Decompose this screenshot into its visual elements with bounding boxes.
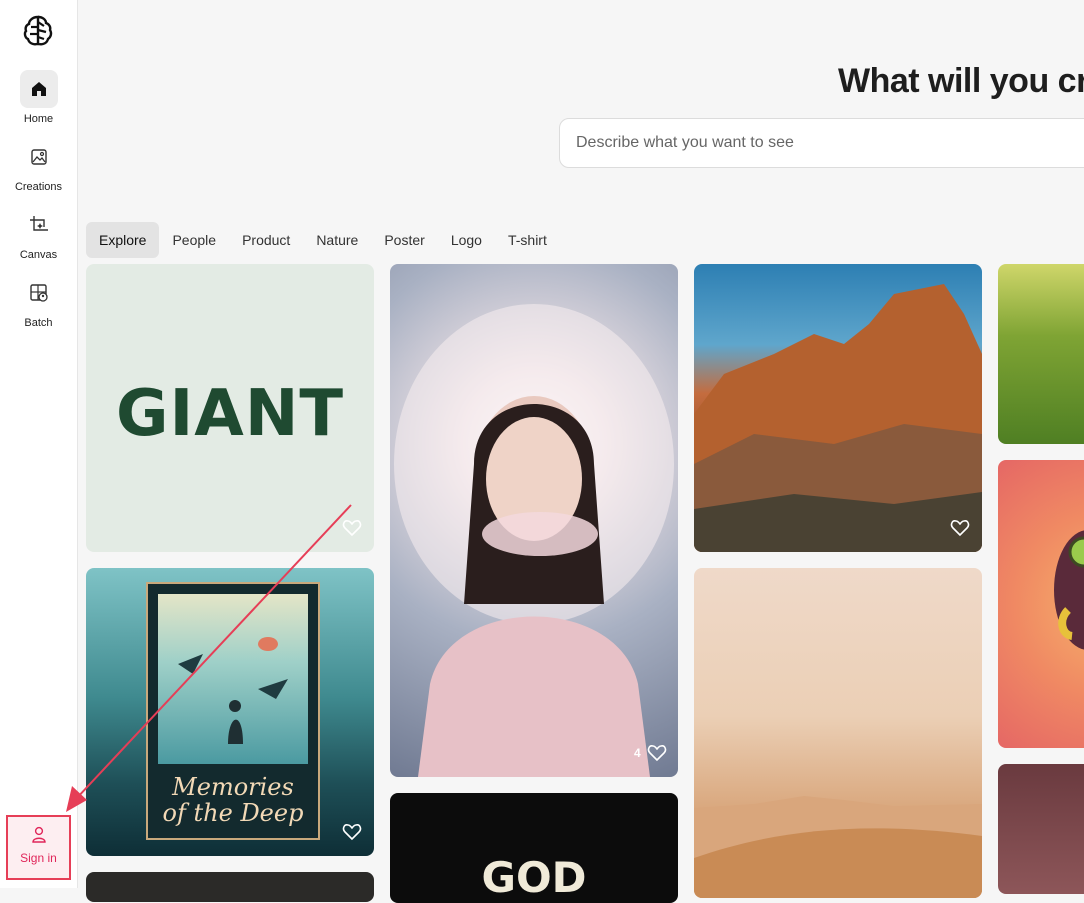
heart-icon[interactable] bbox=[647, 744, 667, 762]
gallery-card-desert-dunes[interactable] bbox=[694, 568, 982, 898]
sidebar: Home Creations Canvas Batch Sign in bbox=[0, 0, 78, 888]
user-icon bbox=[8, 826, 69, 844]
tab-poster[interactable]: Poster bbox=[371, 222, 437, 258]
gallery-card-dark[interactable] bbox=[86, 872, 374, 902]
tab-explore[interactable]: Explore bbox=[86, 222, 160, 258]
fruit-illustration-image bbox=[1054, 530, 1084, 650]
poster-title-line2: of the Deep bbox=[162, 799, 304, 827]
sidebar-item-label: Home bbox=[23, 113, 54, 125]
sidebar-item-label: Creations bbox=[14, 181, 63, 193]
sidebar-item-label: Batch bbox=[24, 317, 53, 329]
gallery-card-green-hills[interactable] bbox=[998, 264, 1084, 444]
crop-sparkle-icon bbox=[20, 206, 58, 244]
heart-icon[interactable] bbox=[950, 519, 970, 537]
rocks-image bbox=[694, 284, 982, 552]
sign-in-button[interactable]: Sign in bbox=[6, 815, 71, 880]
tab-product[interactable]: Product bbox=[229, 222, 303, 258]
dunes-image bbox=[694, 796, 982, 898]
poster-title: Memories of the Deep bbox=[148, 774, 318, 826]
sidebar-item-home[interactable]: Home bbox=[0, 70, 77, 125]
dark-logo-text: GOD bbox=[481, 853, 587, 902]
category-tabs: Explore People Product Nature Poster Log… bbox=[86, 222, 560, 258]
brain-logo-icon[interactable] bbox=[22, 14, 54, 48]
grid-image-icon bbox=[20, 274, 58, 312]
giant-logo-text: GIANT bbox=[115, 377, 345, 451]
home-icon bbox=[19, 70, 58, 108]
sidebar-item-label: Canvas bbox=[19, 249, 58, 261]
portrait-image bbox=[394, 304, 674, 777]
sidebar-item-batch[interactable]: Batch bbox=[0, 274, 77, 329]
gallery-card-dark-logo[interactable]: GOD bbox=[390, 793, 678, 903]
poster-window bbox=[158, 594, 308, 764]
tab-people[interactable]: People bbox=[159, 222, 229, 258]
tab-tshirt[interactable]: T-shirt bbox=[495, 222, 560, 258]
heart-icon[interactable] bbox=[342, 519, 362, 537]
poster-scene-image bbox=[178, 637, 288, 744]
sidebar-item-creations[interactable]: Creations bbox=[0, 138, 77, 193]
tab-nature[interactable]: Nature bbox=[303, 222, 371, 258]
gallery-card-fruit-illustration[interactable] bbox=[998, 460, 1084, 748]
gallery-card-giant-logo[interactable]: GIANT bbox=[86, 264, 374, 552]
like-count: 4 bbox=[634, 746, 641, 760]
image-icon bbox=[20, 138, 58, 176]
gallery-card-portrait[interactable]: 4 bbox=[390, 264, 678, 777]
gallery-card-mauve[interactable] bbox=[998, 764, 1084, 894]
gallery-card-desert-rocks[interactable] bbox=[694, 264, 982, 552]
gallery-card-poster[interactable]: Memories of the Deep bbox=[86, 568, 374, 856]
poster-frame: Memories of the Deep bbox=[146, 582, 320, 840]
sidebar-item-canvas[interactable]: Canvas bbox=[0, 206, 77, 261]
poster-title-line1: Memories bbox=[172, 773, 294, 801]
sign-in-label: Sign in bbox=[20, 851, 57, 865]
tab-logo[interactable]: Logo bbox=[438, 222, 495, 258]
prompt-search-box[interactable] bbox=[559, 118, 1084, 168]
heart-icon[interactable] bbox=[342, 823, 362, 841]
page-title: What will you crea bbox=[838, 62, 1084, 100]
prompt-input[interactable] bbox=[560, 119, 1084, 167]
